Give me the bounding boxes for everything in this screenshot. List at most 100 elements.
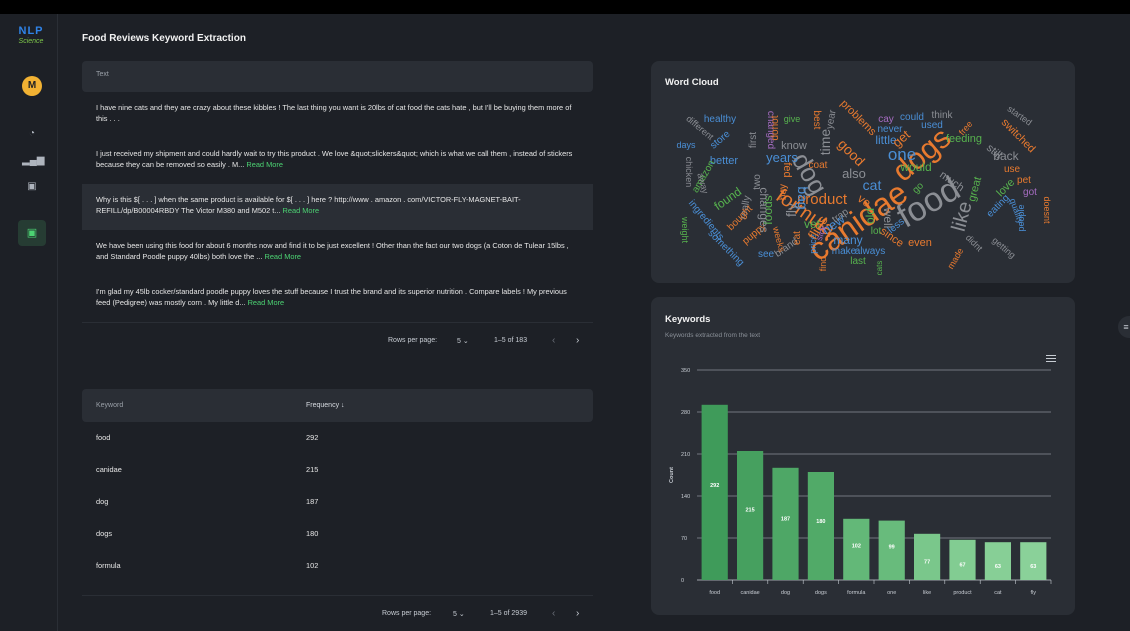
word-cloud-word: could [900, 112, 924, 123]
table-row[interactable]: Why is this $[ . . . ] when the same pro… [82, 184, 593, 230]
review-text: I have nine cats and they are crazy abou… [96, 103, 572, 123]
bar-data-label: 187 [781, 517, 790, 523]
word-cloud-word: think [931, 110, 953, 121]
y-tick-label: 140 [681, 494, 690, 500]
keyword-cell: canidae [96, 465, 122, 474]
bar[interactable] [701, 404, 728, 580]
word-cloud-word: many [833, 233, 862, 247]
bar[interactable] [772, 467, 799, 580]
rows-per-page-label: Rows per page: [388, 337, 438, 344]
keywords-table: Keyword Frequency ↓ food 292 canidae 215 dog… [82, 389, 593, 631]
table-row[interactable]: formula 102 [82, 550, 593, 582]
avatar[interactable]: M [22, 76, 42, 96]
chart-icon[interactable]: ▂▄▆ [22, 154, 44, 168]
bar-data-label: 292 [710, 483, 719, 489]
word-cloud-word: give [784, 114, 801, 124]
bar[interactable] [984, 542, 1011, 580]
keyword-cell: dogs [96, 529, 113, 538]
keyword-cell: dog [96, 497, 109, 506]
monitor-icon[interactable]: ▣ [22, 180, 42, 194]
read-more-link[interactable]: Read More [283, 206, 320, 215]
word-cloud-word: changes [757, 187, 771, 232]
x-tick-label: dogs [815, 590, 827, 596]
x-tick-label: fly [1031, 590, 1037, 596]
word-cloud-word: also [842, 166, 866, 181]
word-cloud-word: days [676, 140, 696, 150]
table-row[interactable]: We have been using this food for about 6… [82, 230, 593, 276]
reviews-table: Text I have nine cats and they are crazy… [82, 61, 593, 362]
word-cloud-word: fly [783, 203, 799, 217]
word-cloud-word: cats [875, 261, 884, 276]
bar-data-label: 63 [1030, 564, 1036, 570]
word-cloud-word: coat [809, 160, 828, 171]
dashboard-icon[interactable]: ◔ [22, 127, 42, 141]
table-row[interactable]: food 292 [82, 422, 593, 454]
x-tick-label: cat [994, 590, 1002, 596]
next-page-icon[interactable]: › [576, 608, 579, 619]
bar-data-label: 67 [959, 563, 965, 569]
read-more-link[interactable]: Read More [248, 298, 285, 307]
keywords-pagination: Rows per page: 5 ⌄ 1–5 of 2939 ‹ › [82, 595, 593, 631]
x-tick-label: product [953, 590, 972, 596]
word-cloud-word: people [1016, 204, 1026, 231]
top-bar [0, 0, 1130, 14]
read-more-link[interactable]: Read More [264, 252, 301, 261]
word-cloud-word: used [921, 120, 943, 131]
word-cloud-word: eating [985, 193, 1012, 220]
word-cloud-word: donot [770, 115, 781, 140]
reviews-table-header[interactable]: Text [82, 61, 593, 92]
prev-page-icon[interactable]: ‹ [552, 608, 555, 619]
y-axis-label: Count [669, 467, 675, 483]
bar-data-label: 77 [924, 560, 930, 566]
word-cloud-word: healthy [704, 114, 736, 125]
read-more-link[interactable]: Read More [246, 160, 283, 169]
sidebar: NLP Science M ◔ ▂▄▆ ▣ ▣ [0, 14, 58, 631]
table-row[interactable]: I have nine cats and they are crazy abou… [82, 92, 593, 138]
word-cloud-word: chicken [684, 157, 694, 188]
bar[interactable] [914, 533, 941, 580]
frequency-column-header[interactable]: Frequency ↓ [306, 402, 345, 409]
word-cloud-word: problems [838, 100, 879, 138]
word-cloud-word: first [748, 132, 759, 148]
review-text: I'm glad my 45lb cocker/standard poodle … [96, 287, 567, 307]
y-tick-label: 0 [681, 578, 684, 584]
word-cloud-word: getting [990, 235, 1017, 260]
word-cloud-word: always [855, 246, 886, 257]
logo-subtext: Science [18, 38, 44, 45]
table-row[interactable]: canidae 215 [82, 454, 593, 486]
frequency-cell: 187 [306, 497, 319, 506]
review-text: We have been using this food for about 6… [96, 241, 569, 261]
rows-per-page-select[interactable]: 5 ⌄ [453, 610, 465, 618]
bar[interactable] [949, 539, 976, 580]
app-logo[interactable]: NLP Science [18, 26, 44, 54]
page-range: 1–5 of 183 [494, 337, 528, 344]
next-page-icon[interactable]: › [576, 335, 579, 346]
keywords-chart-subtitle: Keywords extracted from the text [665, 332, 761, 339]
word-cloud-word: old [863, 208, 877, 224]
word-cloud-word: buy [778, 184, 789, 200]
keyword-column-header[interactable]: Keyword [96, 402, 123, 409]
table-row[interactable]: dog 187 [82, 486, 593, 518]
x-tick-label: like [923, 590, 931, 596]
prev-page-icon[interactable]: ‹ [552, 335, 555, 346]
table-row[interactable]: dogs 180 [82, 518, 593, 550]
keywords-chart-title: Keywords [665, 314, 711, 325]
keywords-bar-chart: 0 70 140 210 280 350 Count 292 food 215 canidae 187… [669, 368, 1052, 596]
bar-data-label: 215 [746, 508, 755, 514]
frequency-cell: 215 [306, 465, 319, 474]
page-title: Food Reviews Keyword Extraction [82, 33, 246, 44]
word-cloud-word: didnt [964, 232, 985, 253]
rows-per-page-select[interactable]: 5 ⌄ [457, 337, 469, 345]
monitor-active-icon[interactable]: ▣ [18, 220, 46, 246]
frequency-cell: 180 [306, 529, 319, 538]
x-tick-label: canidae [740, 590, 759, 596]
table-row[interactable]: I'm glad my 45lb cocker/standard poodle … [82, 276, 593, 322]
bar[interactable] [1020, 542, 1047, 580]
bar[interactable] [807, 472, 834, 580]
keyword-cell: food [96, 433, 111, 442]
bar[interactable] [737, 451, 764, 580]
table-row[interactable]: I just received my shipment and could ha… [82, 138, 593, 184]
frequency-cell: 292 [306, 433, 319, 442]
word-cloud-word: good [835, 136, 868, 169]
word-cloud-word: fed [781, 162, 793, 177]
